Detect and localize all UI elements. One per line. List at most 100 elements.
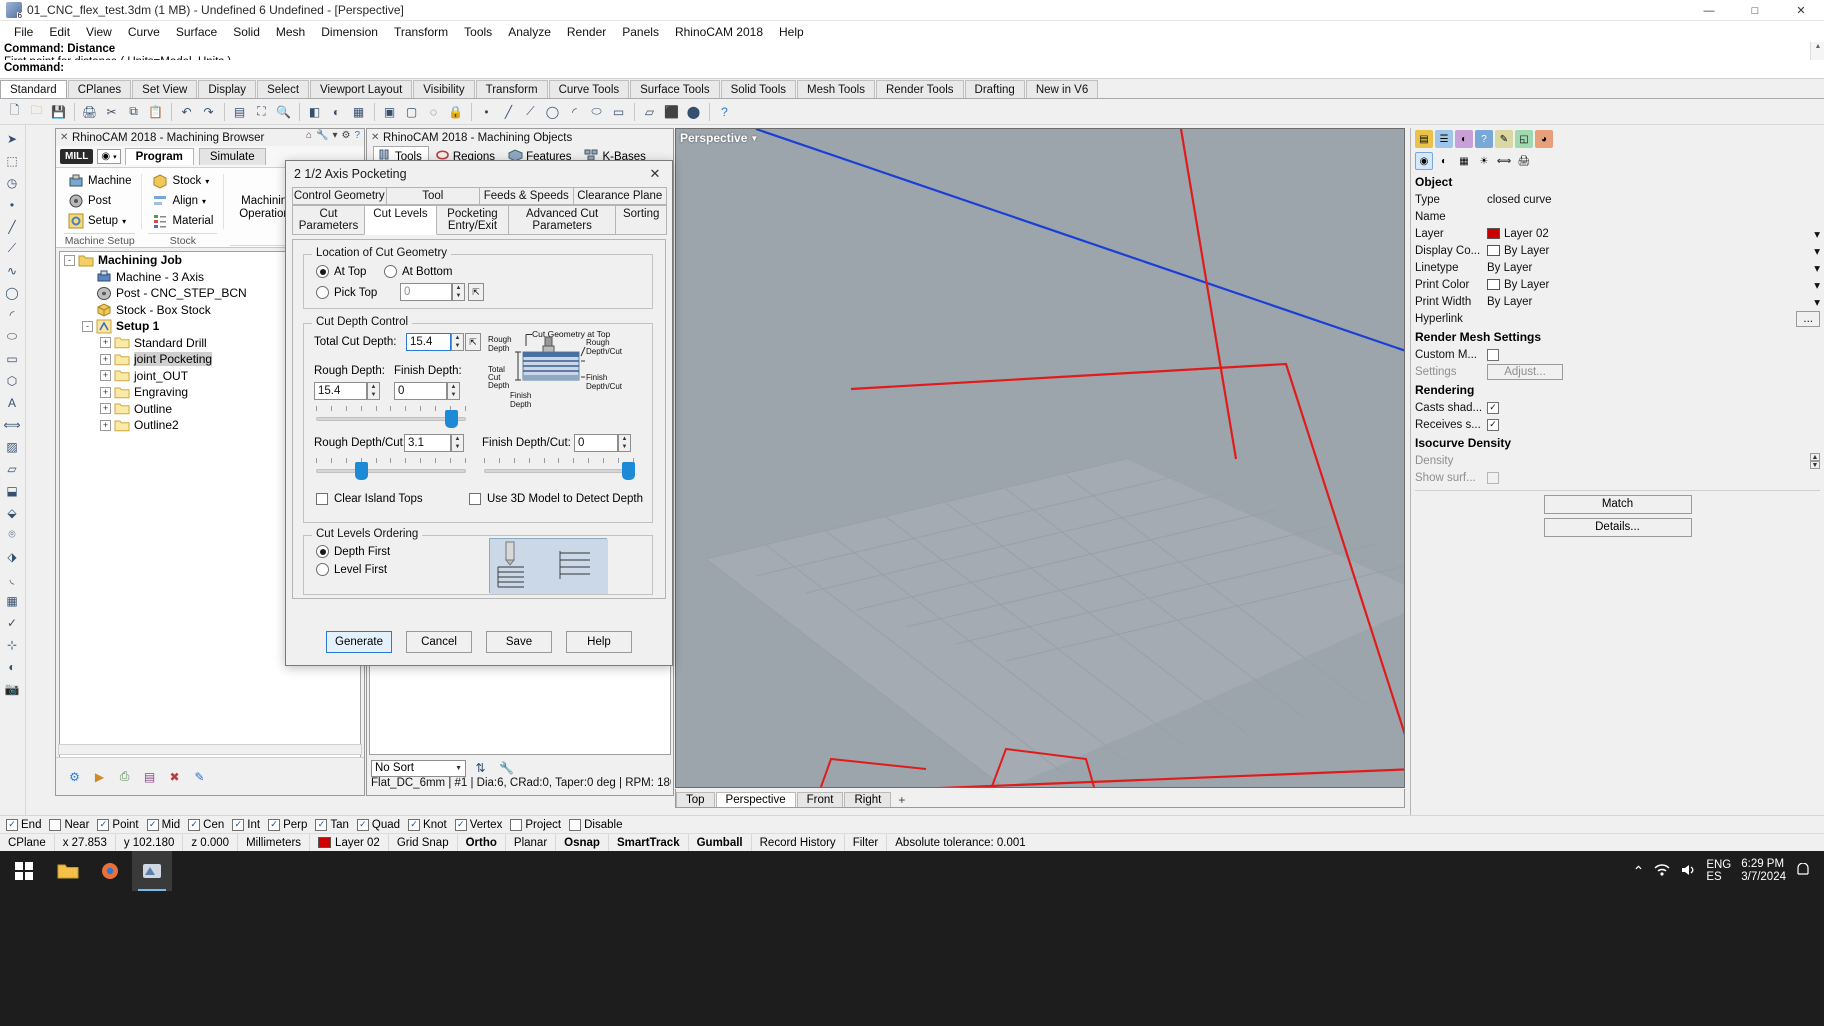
property-row-receives-shadows[interactable]: Receives s... ✓: [1411, 416, 1824, 433]
receives-shadows-checkbox[interactable]: ✓: [1487, 418, 1499, 431]
close-button[interactable]: ✕: [1778, 0, 1824, 21]
zoom-window-icon[interactable]: 🔍: [273, 101, 294, 122]
osnap-int-checkbox[interactable]: ✓: [232, 818, 245, 831]
redo-icon[interactable]: ↷: [198, 101, 219, 122]
property-row-casts-shadows[interactable]: Casts shad... ✓: [1411, 399, 1824, 416]
browser-tab-program[interactable]: Program: [124, 148, 194, 165]
line-icon[interactable]: ╱: [498, 101, 519, 122]
finish-depth-cut-slider[interactable]: [484, 458, 635, 480]
property-value-wrap[interactable]: ...: [1487, 310, 1824, 327]
point-icon[interactable]: •: [476, 101, 497, 122]
rectangle-tool-icon[interactable]: ▭: [1, 348, 23, 369]
spinner-down-icon[interactable]: ▼: [619, 443, 630, 451]
total-cut-depth-spinner[interactable]: ▲ ▼: [451, 333, 464, 351]
named-views-icon[interactable]: ◱: [1515, 130, 1533, 148]
panel-close-icon[interactable]: ✕: [60, 132, 68, 143]
menu-item-render[interactable]: Render: [559, 23, 614, 41]
chevron-down-icon[interactable]: ▾: [1814, 278, 1820, 292]
dialog-tab-advanced-cut-parameters[interactable]: Advanced Cut Parameters: [507, 205, 617, 235]
fillet-tool-icon[interactable]: ◟: [1, 568, 23, 589]
osnap-cen[interactable]: ✓ Cen: [188, 818, 224, 831]
tree-expander[interactable]: +: [100, 353, 111, 365]
browser-tab-simulate[interactable]: Simulate: [198, 148, 266, 165]
dim-tool-icon[interactable]: ⟺: [1, 414, 23, 435]
post-process-icon[interactable]: ⎙: [114, 766, 135, 787]
paste-icon[interactable]: 📋: [145, 101, 166, 122]
show-hidden-icons-chevron[interactable]: ⌃: [1633, 863, 1645, 880]
osnap-int[interactable]: ✓ Int: [232, 818, 260, 831]
radio-at-top[interactable]: At Top: [316, 265, 366, 278]
help-button[interactable]: Help: [566, 631, 632, 653]
status-toggle-planar[interactable]: Planar: [506, 833, 557, 852]
volume-icon[interactable]: [1680, 863, 1696, 880]
slider-thumb[interactable]: [355, 462, 368, 480]
radio-depth-first-input[interactable]: [316, 545, 329, 558]
tree-expander[interactable]: -: [82, 320, 93, 332]
hyperlink-browse-button[interactable]: ...: [1796, 310, 1820, 327]
chevron-down-icon[interactable]: ▾: [332, 130, 337, 141]
property-value-wrap[interactable]: Adjust...: [1487, 363, 1824, 380]
toolbar-tab-viewport-layout[interactable]: Viewport Layout: [310, 80, 413, 98]
viewport-tab-front[interactable]: Front: [796, 792, 844, 807]
generate-toolpath-icon[interactable]: ⚙: [64, 766, 85, 787]
surface-icon[interactable]: ▱: [639, 101, 660, 122]
property-row-name[interactable]: Name: [1411, 208, 1824, 225]
osnap-disable-checkbox[interactable]: [569, 818, 582, 831]
viewport-tab-right[interactable]: Right: [844, 792, 892, 807]
spinner-up-icon[interactable]: ▲: [368, 383, 379, 391]
osnap-cen-checkbox[interactable]: ✓: [188, 818, 201, 831]
check-tool-icon[interactable]: ✓: [1, 612, 23, 633]
circle-tool-icon[interactable]: ◯: [1, 282, 23, 303]
toolbar-tab-transform[interactable]: Transform: [475, 80, 548, 98]
finish-depth-spinner[interactable]: ▲ ▼: [447, 382, 460, 400]
radio-pick-top-input[interactable]: [316, 286, 329, 299]
toolbar-tab-display[interactable]: Display: [198, 80, 257, 98]
select-window-icon[interactable]: ⬚: [1, 150, 23, 171]
spinner-down-icon[interactable]: ▼: [453, 292, 464, 300]
select-arrow-icon[interactable]: ➤: [1, 128, 23, 149]
radio-pick-top[interactable]: Pick Top: [316, 286, 377, 299]
property-row-hyperlink[interactable]: Hyperlink ...: [1411, 310, 1824, 327]
details-button[interactable]: Details...: [1543, 518, 1692, 537]
menu-item-view[interactable]: View: [78, 23, 120, 41]
polygon-tool-icon[interactable]: ⬡: [1, 370, 23, 391]
notifications-icon[interactable]: [1796, 861, 1810, 880]
ribbon-stock-button[interactable]: Stock ▾: [148, 172, 217, 190]
point-tool-icon[interactable]: •: [1, 194, 23, 215]
osnap-knot[interactable]: ✓ Knot: [408, 818, 447, 831]
spinner-up-icon[interactable]: ▲: [452, 435, 463, 443]
total-cut-depth-input[interactable]: 15.4: [406, 333, 451, 351]
tree-expander[interactable]: +: [100, 403, 111, 415]
print-icon[interactable]: 🖨: [79, 101, 100, 122]
property-row-custom-mesh[interactable]: Custom M...: [1411, 346, 1824, 363]
property-value-wrap[interactable]: Layer 02 ▾: [1487, 227, 1824, 241]
status-toggle-smarttrack[interactable]: SmartTrack: [609, 833, 689, 852]
taskbar-browser[interactable]: [90, 851, 130, 891]
extrude-tool-icon[interactable]: ⬓: [1, 480, 23, 501]
tree-expander[interactable]: -: [64, 254, 75, 266]
boolean-tool-icon[interactable]: ⬗: [1, 546, 23, 567]
polyline-tool-icon[interactable]: ⟋: [1, 238, 23, 259]
use-3d-model-checkbox[interactable]: [469, 493, 481, 505]
dialog-tab-pocketing-entry-exit[interactable]: Pocketing Entry/Exit: [435, 205, 509, 235]
property-row-layer[interactable]: Layer Layer 02 ▾: [1411, 225, 1824, 242]
clear-island-tops-row[interactable]: Clear Island Tops: [316, 493, 423, 505]
property-row-print-color[interactable]: Print Color By Layer ▾: [1411, 276, 1824, 293]
osnap-point-checkbox[interactable]: ✓: [97, 818, 110, 831]
home-icon[interactable]: ⌂: [306, 130, 312, 141]
menu-item-mesh[interactable]: Mesh: [268, 23, 313, 41]
generate-button[interactable]: Generate: [326, 631, 392, 653]
toolbar-tab-mesh-tools[interactable]: Mesh Tools: [797, 80, 875, 98]
osnap-mid[interactable]: ✓ Mid: [146, 818, 180, 831]
radio-depth-first[interactable]: Depth First: [316, 545, 390, 558]
texture-mapping-icon[interactable]: ▦: [1455, 152, 1473, 170]
property-value-wrap[interactable]: By Layer ▾: [1487, 261, 1824, 275]
undo-icon[interactable]: ↶: [176, 101, 197, 122]
layers-icon[interactable]: ▤: [229, 101, 250, 122]
rough-depth-cut-input[interactable]: 3.1: [404, 434, 451, 452]
spinner-down-icon[interactable]: ▼: [368, 391, 379, 399]
status-toggle-filter[interactable]: Filter: [845, 833, 888, 852]
dialog-close-button[interactable]: ✕: [642, 164, 668, 184]
materials-panel-icon[interactable]: ◕: [1535, 130, 1553, 148]
cancel-button[interactable]: Cancel: [406, 631, 472, 653]
